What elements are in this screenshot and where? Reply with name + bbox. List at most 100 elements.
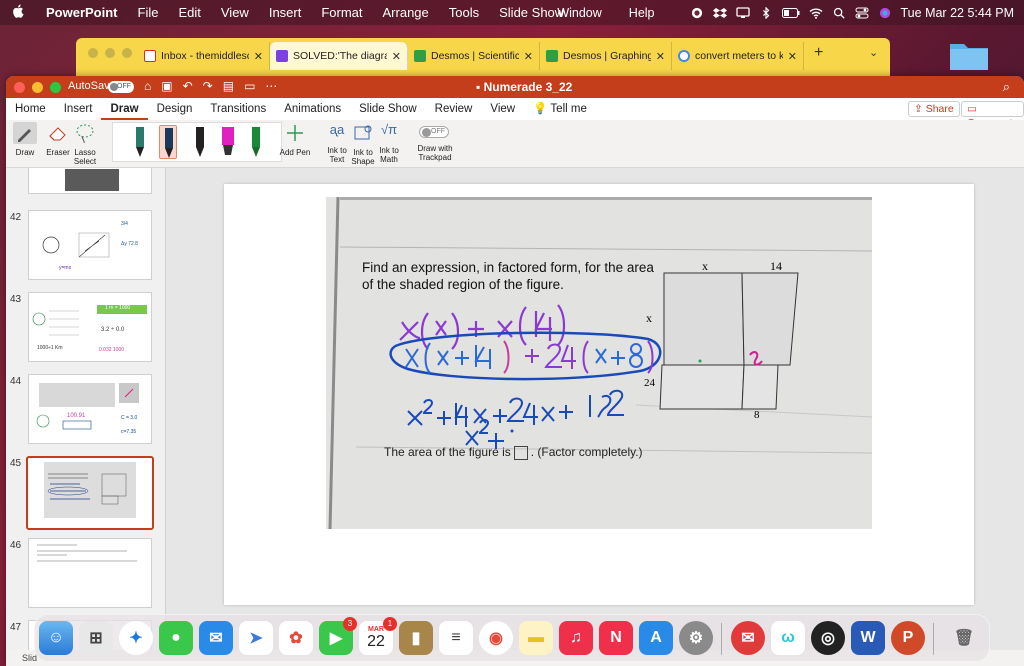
browser-zoom-button[interactable] <box>122 48 132 58</box>
chrome-icon[interactable]: ◉ <box>479 621 513 655</box>
notes-icon[interactable]: ▬ <box>519 621 553 655</box>
screen-mirror-icon[interactable] <box>735 6 750 19</box>
menu-window[interactable]: Window <box>557 6 601 20</box>
redo-icon[interactable]: ↷ <box>203 79 213 93</box>
tab-design[interactable]: Design <box>148 98 202 120</box>
answer-box[interactable] <box>513 445 528 460</box>
control-center-icon[interactable] <box>855 7 869 19</box>
new-tab-button[interactable]: + <box>814 44 823 62</box>
battery-icon[interactable] <box>781 7 800 19</box>
tab-draw[interactable]: Draw <box>101 98 148 120</box>
calendar-icon[interactable]: MAR 22 1 <box>359 617 397 655</box>
menubar-clock[interactable]: Tue Mar 22 5:44 PM <box>901 6 1014 20</box>
messages-icon[interactable]: ● <box>159 621 193 655</box>
slide-thumbnail-pane[interactable]: 42 3/4 Δy 72.8 y=mx 43 3.2 ÷ 0.0 1000÷1 … <box>6 168 166 666</box>
draw-with-trackpad-toggle[interactable]: OFF <box>419 126 449 138</box>
slide-thumb-42[interactable]: 3/4 Δy 72.8 y=mx <box>28 210 152 280</box>
screen-recorder-icon[interactable]: ◎ <box>811 621 845 655</box>
browser-close-button[interactable] <box>88 48 98 58</box>
browser-minimize-button[interactable] <box>105 48 115 58</box>
desktop-folder-icon[interactable] <box>948 38 990 72</box>
bluetooth-icon[interactable] <box>759 6 773 19</box>
pen-2-selected[interactable] <box>159 125 177 159</box>
system-preferences-icon[interactable]: ⚙ <box>679 621 713 655</box>
add-pen-button[interactable]: Add Pen <box>278 122 312 157</box>
slide-thumb-43[interactable]: 3.2 ÷ 0.0 1000÷1 Km 0.032 1000 1 m = 100… <box>28 292 152 362</box>
apple-menu-icon[interactable] <box>0 4 36 21</box>
browser-tab-desmos-graphing[interactable]: Desmos | Graphing Calc ✕ <box>540 42 672 70</box>
menu-tools[interactable]: Tools <box>439 5 489 20</box>
reminders-icon[interactable]: ≡ <box>439 621 473 655</box>
ink-to-text-button[interactable]: ᶏa Ink to Text <box>324 122 350 164</box>
tab-list-chevron-icon[interactable]: ⌄ <box>869 46 878 59</box>
lasso-select-tool[interactable]: Lasso Select <box>72 122 98 166</box>
paste-icon[interactable]: ▤ <box>223 79 234 93</box>
slide-canvas[interactable]: Find an expression, in factored form, fo… <box>224 184 974 605</box>
autosave-toggle[interactable]: OFF <box>108 81 134 93</box>
browser-tab-google[interactable]: convert meters to kilon ✕ <box>672 42 804 70</box>
spotlight-search-icon[interactable] <box>832 7 846 19</box>
ink-to-shape-button[interactable]: Ink to Shape <box>350 122 376 166</box>
slide-thumb-44[interactable]: 100.91 C = 3.0 c=7.35 <box>28 374 152 444</box>
tab-review[interactable]: Review <box>426 98 482 120</box>
maps-icon[interactable]: ➤ <box>239 621 273 655</box>
undo-icon[interactable]: ↶ <box>183 79 193 93</box>
menu-file[interactable]: File <box>128 5 169 20</box>
close-icon[interactable]: ✕ <box>656 50 665 63</box>
share-button[interactable]: ⇪ Share <box>908 101 960 117</box>
browser-tab-gmail[interactable]: Inbox - themiddleschoo ✕ <box>138 42 270 70</box>
menu-view[interactable]: View <box>211 5 259 20</box>
eraser-tool[interactable]: Eraser <box>42 122 74 157</box>
music-icon[interactable]: ♫ <box>559 621 593 655</box>
word-icon[interactable]: W <box>851 621 885 655</box>
pen-1[interactable] <box>131 125 149 159</box>
menu-edit[interactable]: Edit <box>168 5 210 20</box>
ppt-zoom-button[interactable] <box>50 82 61 93</box>
pen-3[interactable] <box>191 125 209 159</box>
mail-icon[interactable]: ✉ <box>199 621 233 655</box>
menu-help[interactable]: Help <box>629 6 655 20</box>
app-menu[interactable]: PowerPoint <box>36 5 128 20</box>
more-icon[interactable]: ⋯ <box>265 79 277 93</box>
contacts-icon[interactable]: ▮ <box>399 621 433 655</box>
slide-thumb-46[interactable] <box>28 538 152 608</box>
tab-slide-show[interactable]: Slide Show <box>350 98 426 120</box>
tab-transitions[interactable]: Transitions <box>201 98 275 120</box>
trash-icon[interactable]: 🗑 <box>947 621 981 655</box>
home-icon[interactable]: ⌂ <box>144 79 151 93</box>
slide-thumb-41[interactable] <box>28 168 152 194</box>
close-icon[interactable]: ✕ <box>788 50 797 63</box>
photos-icon[interactable]: ✿ <box>279 621 313 655</box>
safari-icon[interactable]: ✦ <box>119 621 153 655</box>
powerpoint-icon[interactable]: P <box>891 621 925 655</box>
draw-tool[interactable]: Draw <box>12 122 38 157</box>
comments-button[interactable]: ▭ Comments <box>961 101 1024 129</box>
browser-tab-desmos-scientific[interactable]: Desmos | Scientific Calc ✕ <box>408 42 540 70</box>
siri-icon[interactable] <box>878 7 892 19</box>
ppt-close-button[interactable] <box>14 82 25 93</box>
tab-animations[interactable]: Animations <box>275 98 350 120</box>
finder-icon[interactable]: ☺ <box>39 621 73 655</box>
menu-insert[interactable]: Insert <box>259 5 312 20</box>
search-icon[interactable]: ⌕ <box>1003 79 1010 95</box>
wifi-icon[interactable] <box>809 7 823 19</box>
webex-icon[interactable]: ω <box>771 621 805 655</box>
app-store-icon[interactable]: A <box>639 621 673 655</box>
record-icon[interactable] <box>690 7 704 19</box>
save-icon[interactable]: ▣ <box>161 79 172 93</box>
close-icon[interactable]: ✕ <box>524 50 533 63</box>
browser-tab-numerade[interactable]: SOLVED:'The diagram s ✕ <box>270 42 408 70</box>
airmail-icon[interactable]: ✉ <box>731 621 765 655</box>
tab-insert[interactable]: Insert <box>55 98 102 120</box>
present-icon[interactable]: ▭ <box>244 79 255 93</box>
tab-view[interactable]: View <box>481 98 524 120</box>
tab-home[interactable]: Home <box>6 98 55 120</box>
highlighter-pink[interactable] <box>219 125 237 159</box>
slide-thumb-45-active[interactable] <box>26 456 154 530</box>
close-icon[interactable]: ✕ <box>392 50 401 63</box>
news-icon[interactable]: N <box>599 621 633 655</box>
menu-arrange[interactable]: Arrange <box>373 5 439 20</box>
tell-me-search[interactable]: 💡 Tell me <box>524 98 596 120</box>
launchpad-icon[interactable]: ⊞ <box>79 621 113 655</box>
ink-to-math-button[interactable]: √π Ink to Math <box>376 122 402 164</box>
